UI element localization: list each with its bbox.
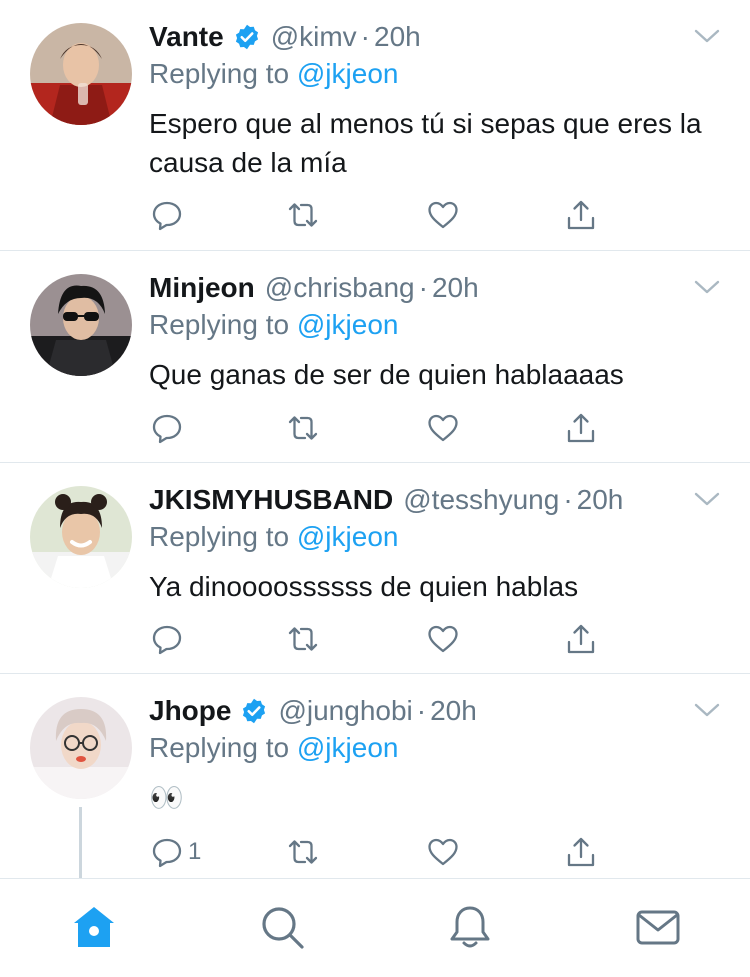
share-button[interactable] <box>564 835 598 869</box>
replying-to-label: Replying to <box>149 732 290 763</box>
tweet[interactable]: JKISMYHUSBAND @tesshyung · 20h Replying … <box>0 463 750 674</box>
home-icon <box>74 907 114 947</box>
share-icon <box>567 837 595 867</box>
verified-badge-icon <box>243 698 266 724</box>
separator-dot: · <box>416 695 427 726</box>
search-icon <box>262 907 304 949</box>
reply-button[interactable] <box>150 198 188 232</box>
share-icon <box>567 624 595 654</box>
share-button[interactable] <box>564 411 598 445</box>
reply-icon <box>152 201 182 231</box>
share-button[interactable] <box>564 198 598 232</box>
timestamp[interactable]: 20h <box>432 272 479 304</box>
timestamp[interactable]: 20h <box>374 21 421 53</box>
heart-icon <box>428 201 458 229</box>
mention-link[interactable]: @jkjeon <box>297 58 399 89</box>
retweet-button[interactable] <box>286 198 320 232</box>
timestamp[interactable]: 20h <box>577 484 624 516</box>
handle[interactable]: @junghobi <box>278 695 412 727</box>
handle[interactable]: @chrisbang <box>265 272 415 304</box>
tweet-header: Jhope @junghobi · 20h <box>149 690 690 732</box>
mention-link[interactable]: @jkjeon <box>297 732 399 763</box>
tweet-actions: 1 <box>150 835 595 869</box>
chevron-down-icon[interactable] <box>694 702 720 718</box>
notifications-icon <box>450 906 490 948</box>
replying-to: Replying to @jkjeon <box>149 732 398 764</box>
tweet-text: Ya dinoooossssss de quien hablas <box>149 571 579 602</box>
tweet-text: 👀 <box>149 782 184 813</box>
chevron-down-icon[interactable] <box>694 28 720 44</box>
like-button[interactable] <box>426 198 460 232</box>
timeline-feed: Vante @kimv · 20h Replying to @jkjeon Es… <box>0 0 750 878</box>
display-name[interactable]: Minjeon <box>149 272 255 304</box>
display-name[interactable]: JKISMYHUSBAND <box>149 484 393 516</box>
share-icon <box>567 413 595 443</box>
like-button[interactable] <box>426 411 460 445</box>
reply-button[interactable] <box>150 622 188 656</box>
handle[interactable]: @tesshyung <box>403 484 559 516</box>
handle[interactable]: @kimv <box>271 21 357 53</box>
share-icon <box>567 200 595 230</box>
retweet-button[interactable] <box>286 622 320 656</box>
retweet-icon <box>288 416 318 440</box>
bottom-tab-bar <box>0 878 750 977</box>
replying-to-label: Replying to <box>149 521 290 552</box>
avatar[interactable] <box>30 486 132 588</box>
share-button[interactable] <box>564 622 598 656</box>
heart-icon <box>428 838 458 866</box>
retweet-icon <box>288 840 318 864</box>
tweet[interactable]: Vante @kimv · 20h Replying to @jkjeon Es… <box>0 0 750 251</box>
replying-to-label: Replying to <box>149 58 290 89</box>
like-button[interactable] <box>426 835 460 869</box>
tab-notifications[interactable] <box>446 903 494 951</box>
reply-icon <box>152 625 182 655</box>
separator-dot: · <box>360 21 370 52</box>
tweet-header: Minjeon @chrisbang · 20h <box>149 267 690 309</box>
reply-button[interactable]: 1 <box>150 835 201 869</box>
separator-dot: · <box>563 484 573 515</box>
tweet[interactable]: Jhope @junghobi · 20h Replying to @jkjeo… <box>0 674 750 878</box>
chevron-down-icon[interactable] <box>694 491 720 507</box>
tweet-actions <box>150 411 595 445</box>
verified-badge-icon <box>235 24 258 50</box>
replying-to: Replying to @jkjeon <box>149 309 398 341</box>
tab-messages[interactable] <box>634 903 682 951</box>
tweet-header: Vante @kimv · 20h <box>149 16 690 58</box>
avatar[interactable] <box>30 697 132 799</box>
retweet-button[interactable] <box>286 835 320 869</box>
tab-search[interactable] <box>258 903 306 951</box>
mention-link[interactable]: @jkjeon <box>297 309 399 340</box>
display-name[interactable]: Jhope <box>149 695 231 727</box>
tweet-header: JKISMYHUSBAND @tesshyung · 20h <box>149 479 690 521</box>
retweet-icon <box>288 627 318 651</box>
avatar[interactable] <box>30 23 132 125</box>
reply-count: 1 <box>188 838 202 865</box>
replying-to: Replying to @jkjeon <box>149 521 398 553</box>
tweet-actions <box>150 198 595 232</box>
tweet[interactable]: Minjeon @chrisbang · 20h Replying to @jk… <box>0 251 750 463</box>
retweet-icon <box>288 203 318 227</box>
tweet-text: Que ganas de ser de quien hablaaaas <box>149 359 624 390</box>
tab-home[interactable] <box>70 903 118 951</box>
like-button[interactable] <box>426 622 460 656</box>
reply-icon <box>152 414 182 444</box>
heart-icon <box>428 625 458 653</box>
retweet-button[interactable] <box>286 411 320 445</box>
reply-button[interactable] <box>150 411 188 445</box>
display-name[interactable]: Vante <box>149 21 224 53</box>
tweet-text: Espero que al menos tú si sepas que eres… <box>149 108 702 178</box>
mention-link[interactable]: @jkjeon <box>297 521 399 552</box>
heart-icon <box>428 414 458 442</box>
reply-icon <box>152 838 182 868</box>
tweet-actions <box>150 622 595 656</box>
replying-to-label: Replying to <box>149 309 290 340</box>
chevron-down-icon[interactable] <box>694 279 720 295</box>
thread-line <box>79 807 82 878</box>
replying-to: Replying to @jkjeon <box>149 58 398 90</box>
messages-icon <box>636 910 680 945</box>
timestamp[interactable]: 20h <box>430 695 477 727</box>
separator-dot: · <box>418 272 428 303</box>
avatar[interactable] <box>30 274 132 376</box>
